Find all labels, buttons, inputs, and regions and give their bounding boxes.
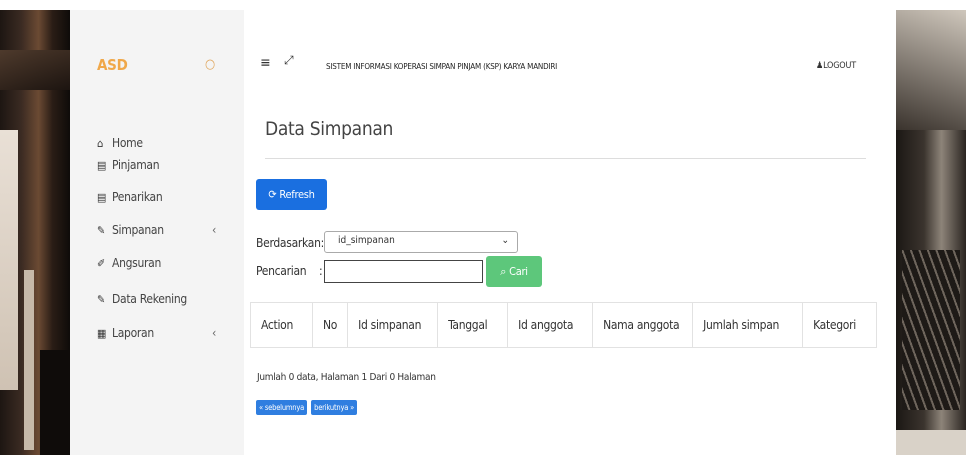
- column-header: Tanggal: [437, 302, 509, 348]
- sidebar-item-label: Penarikan: [112, 190, 163, 204]
- sidebar-item-label: Home: [112, 136, 143, 150]
- credit-card-icon: ▤: [97, 158, 107, 172]
- prev-page-button[interactable]: « sebelumnya: [256, 400, 308, 415]
- table-header-row: Action No Id simpanan Tanggal Id anggota…: [250, 302, 877, 348]
- sidebar-item-label: Angsuran: [112, 256, 162, 270]
- top-border: [0, 0, 966, 10]
- refresh-button[interactable]: ⟳ Refresh: [256, 179, 327, 210]
- user-icon: ♟: [816, 61, 824, 71]
- sidebar-item-simpanan[interactable]: ✎ Simpanan ‹: [97, 223, 237, 237]
- background-image-right: [896, 10, 966, 455]
- pagination: « sebelumnya berikutnya »: [256, 400, 358, 415]
- sidebar-item-penarikan[interactable]: ▤ Penarikan: [97, 190, 163, 204]
- calendar-icon: ▦: [97, 326, 107, 340]
- column-header: Nama anggota: [592, 302, 694, 348]
- simpanan-table: Action No Id simpanan Tanggal Id anggota…: [250, 302, 877, 348]
- divider: [265, 158, 866, 159]
- sidebar-item-laporan[interactable]: ▦ Laporan ‹: [97, 326, 237, 340]
- sidebar-item-label: Data Rekening: [112, 292, 187, 306]
- pagination-summary: Jumlah 0 data, Halaman 1 Dari 0 Halaman: [257, 372, 436, 383]
- edit-icon: ✎: [97, 292, 105, 306]
- sidebar-item-label: Laporan: [112, 326, 154, 340]
- sidebar-item-data-rekening[interactable]: ✎ Data Rekening: [97, 292, 187, 306]
- chevron-left-icon: ‹: [212, 223, 217, 237]
- filter-by-select[interactable]: id_simpanan ⌄: [324, 231, 518, 253]
- search-label: Pencarian: [256, 264, 307, 278]
- sidebar-item-home[interactable]: ⌂ Home: [97, 136, 143, 150]
- refresh-icon: ⟳: [268, 188, 277, 201]
- search-input[interactable]: [324, 260, 483, 283]
- sidebar-item-label: Simpanan: [112, 223, 164, 237]
- home-icon: ⌂: [97, 136, 103, 150]
- filter-by-value: id_simpanan: [338, 235, 395, 246]
- hamburger-menu-icon[interactable]: ≡: [260, 55, 271, 71]
- column-header: Action: [250, 302, 313, 348]
- chevron-left-icon: ‹: [212, 326, 217, 340]
- column-header: No: [311, 302, 349, 348]
- search-button-label: Cari: [509, 265, 528, 278]
- brand-logo[interactable]: ASD: [97, 56, 128, 74]
- sidebar-item-label: Pinjaman: [112, 158, 160, 172]
- logout-button[interactable]: ♟LOGOUT: [816, 61, 856, 71]
- pencil-icon: ✐: [97, 256, 105, 270]
- column-header: Id anggota: [507, 302, 594, 348]
- search-colon: :: [319, 264, 323, 278]
- sidebar-item-angsuran[interactable]: ✐ Angsuran: [97, 256, 161, 270]
- sidebar-item-pinjaman[interactable]: ▤ Pinjaman: [97, 158, 160, 172]
- column-header: Id simpanan: [347, 302, 439, 348]
- search-icon: ⌕: [500, 264, 507, 278]
- page-title: Data Simpanan: [265, 118, 394, 140]
- refresh-label: Refresh: [279, 188, 315, 201]
- background-image-left: [0, 10, 70, 455]
- edit-icon: ✎: [97, 223, 105, 237]
- app-title: SISTEM INFORMASI KOPERASI SIMPAN PINJAM …: [326, 62, 558, 71]
- logout-label: LOGOUT: [823, 61, 856, 71]
- search-button[interactable]: ⌕ Cari: [486, 256, 542, 287]
- chevron-down-icon: ⌄: [501, 235, 509, 246]
- circle-toggle-icon[interactable]: ○: [205, 57, 215, 72]
- filter-by-label: Berdasarkan:: [256, 236, 324, 250]
- fullscreen-expand-icon[interactable]: ⤢: [284, 53, 294, 68]
- top-navbar: ≡ ⤢ SISTEM INFORMASI KOPERASI SIMPAN PIN…: [244, 10, 896, 80]
- credit-card-icon: ▤: [97, 190, 107, 204]
- next-page-button[interactable]: berikutnya »: [311, 400, 358, 415]
- column-header: Kategori: [802, 302, 877, 348]
- column-header: Jumlah simpan: [692, 302, 804, 348]
- sidebar: ASD ○ ⌂ Home ▤ Pinjaman ▤ Penarikan ✎ Si…: [70, 10, 244, 455]
